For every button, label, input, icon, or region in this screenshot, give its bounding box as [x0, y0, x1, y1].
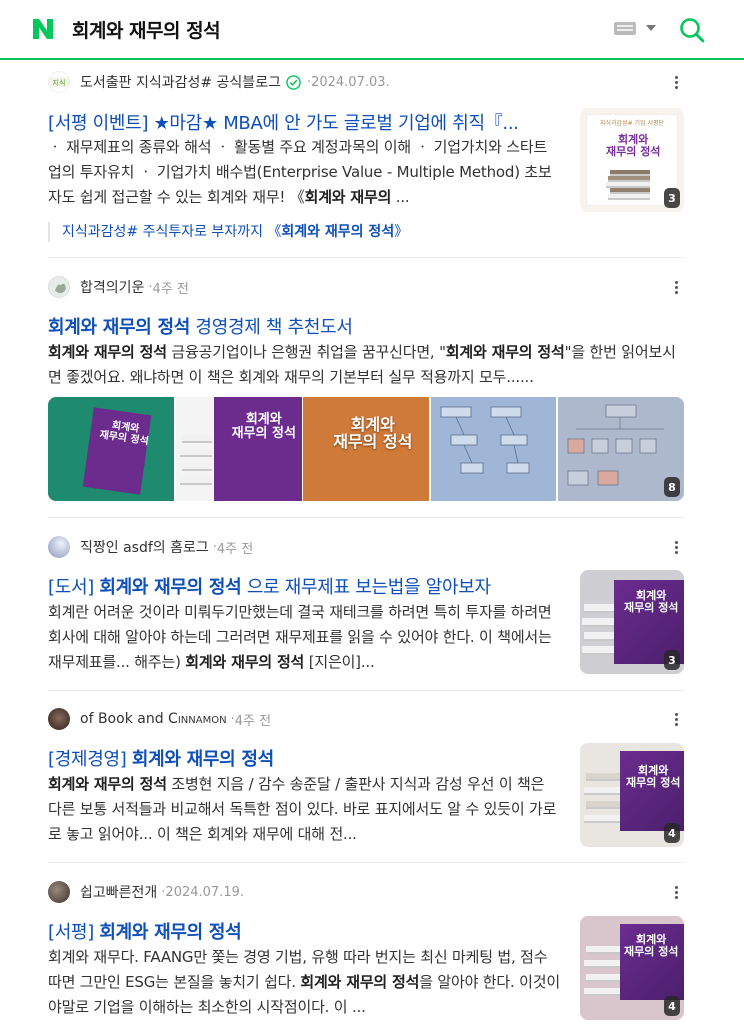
avatar[interactable] — [48, 276, 70, 298]
keyboard-icon[interactable] — [614, 22, 636, 35]
image-count-badge: 4 — [664, 823, 680, 843]
thumbnail[interactable]: 회계와 재무의 정석 4 — [580, 743, 684, 847]
avatar[interactable] — [48, 881, 70, 903]
result-item: 지식 도서출판 지식과감성# 공식블로그 · 2024.07.03. [서평 이… — [48, 71, 684, 249]
svg-text:지식: 지식 — [53, 78, 66, 87]
result-title[interactable]: [경제경영] 회계와 재무의 정석 — [48, 745, 558, 771]
avatar[interactable]: 지식 — [48, 71, 70, 93]
result-description: 회계와 재무의 정석 금융공기업이나 은행권 취업을 꿈꾸신다면, "회계와 재… — [48, 343, 676, 386]
avatar[interactable] — [48, 708, 70, 730]
result-item: 직짱인 asdf의 홈로그 · 4주 전 [도서] 회계와 재무의 정석 으로 … — [48, 536, 684, 676]
result-description: ㆍ 재무제표의 종류와 해석 ㆍ 활동별 주요 계정과목의 이해 ㆍ 기업가치와… — [48, 138, 552, 206]
result-item: 쉽고빠른전개 · 2024.07.19. [서평] 회계와 재무의 정석 회계와… — [48, 881, 684, 1026]
image-count-badge: 3 — [664, 650, 680, 670]
result-title[interactable]: 회계와 재무의 정석 경영경제 책 추천도서 — [48, 313, 684, 339]
more-options-icon[interactable] — [668, 710, 684, 728]
result-title[interactable]: [도서] 회계와 재무의 정석 으로 재무제표 보는법을 알아보자 — [48, 573, 558, 599]
post-time: 4주 전 — [216, 541, 254, 557]
source-name[interactable]: 쉽고빠른전개 — [80, 882, 157, 902]
source-name[interactable]: 도서출판 지식과감성# 공식블로그 — [80, 72, 281, 92]
result-meta: 쉽고빠른전개 · 2024.07.19. — [48, 881, 244, 903]
result-description: 회계와 재무다. FAANG만 쫓는 경영 기법, 유행 따라 번지는 최신 마… — [48, 948, 560, 1016]
divider — [48, 690, 684, 691]
result-item: 합격의기운 · 4주 전 회계와 재무의 정석 경영경제 책 추천도서 회계와 … — [48, 276, 684, 504]
search-header: 회계와 재무의 정석 — [0, 0, 744, 60]
result-item: of Book and Cinnamon · 4주 전 [경제경영] 회계와 재… — [48, 708, 684, 848]
post-time: 2024.07.19. — [165, 884, 244, 900]
result-title[interactable]: [서평] 회계와 재무의 정석 — [48, 918, 558, 944]
image-count-badge: 4 — [664, 996, 680, 1016]
thumb-title: 회계와 재무의 정석 — [606, 133, 661, 158]
thumbnail[interactable]: 회계와 재무의 정석 4 — [580, 916, 684, 1020]
search-icon[interactable] — [678, 16, 706, 44]
divider — [48, 517, 684, 518]
result-description: 회계와 재무의 정석 조병현 지음 / 감수 송준달 / 출판사 지식과 감성 … — [48, 775, 557, 843]
strip-image[interactable]: 8 — [558, 397, 684, 501]
verified-icon — [286, 74, 301, 90]
result-meta: 직짱인 asdf의 홈로그 · 4주 전 — [48, 536, 253, 558]
strip-image[interactable]: 회계와 재무의 정석 — [303, 397, 429, 501]
post-time: 2024.07.03. — [311, 74, 390, 90]
result-description: 회계란 어려운 것이라 미뤄두기만했는데 결국 재테크를 하려면 특히 투자를 … — [48, 603, 552, 671]
source-name[interactable]: 합격의기운 — [80, 277, 144, 297]
source-name[interactable]: 직짱인 asdf의 홈로그 — [80, 537, 209, 557]
naver-logo[interactable] — [30, 16, 56, 42]
thumbnail[interactable]: 지식과감성# 기업 서평단 회계와 재무의 정석 3 — [580, 108, 684, 212]
thumb-caption: 지식과감성# 기업 서평단 — [599, 120, 665, 127]
result-meta: 합격의기운 · 4주 전 — [48, 276, 189, 298]
avatar[interactable] — [48, 536, 70, 558]
divider — [48, 862, 684, 863]
result-title[interactable]: [서평 이벤트] ★마감★ MBA에 안 가도 글로벌 기업에 취직『... — [48, 109, 548, 135]
more-options-icon[interactable] — [668, 538, 684, 556]
search-query[interactable]: 회계와 재무의 정석 — [72, 16, 221, 43]
post-time: 4주 전 — [152, 281, 189, 297]
result-meta: 지식 도서출판 지식과감성# 공식블로그 · 2024.07.03. — [48, 71, 390, 93]
more-options-icon[interactable] — [668, 278, 684, 296]
thumbnail[interactable]: 회계와 재무의 정석 3 — [580, 570, 684, 674]
sub-link[interactable]: 지식과감성# 주식투자로 부자까지 《회계와 재무의 정석》 — [48, 222, 408, 242]
divider — [48, 257, 684, 258]
strip-image[interactable]: 회계와 재무의 정석 — [175, 397, 302, 501]
strip-image[interactable] — [430, 397, 557, 501]
image-strip[interactable]: 회계와 재무의 정석 회계와 재무의 정석 회계와 재무의 정석 8 — [48, 397, 684, 501]
image-count-badge: 8 — [663, 477, 680, 497]
image-count-badge: 3 — [664, 188, 680, 208]
post-time: 4주 전 — [234, 713, 272, 729]
chevron-down-icon[interactable] — [646, 25, 656, 31]
result-meta: of Book and Cinnamon · 4주 전 — [48, 708, 271, 730]
more-options-icon[interactable] — [668, 73, 684, 91]
more-options-icon[interactable] — [668, 883, 684, 901]
source-name[interactable]: of Book and Cinnamon — [80, 711, 227, 727]
strip-image[interactable]: 회계와 재무의 정석 — [48, 397, 174, 501]
